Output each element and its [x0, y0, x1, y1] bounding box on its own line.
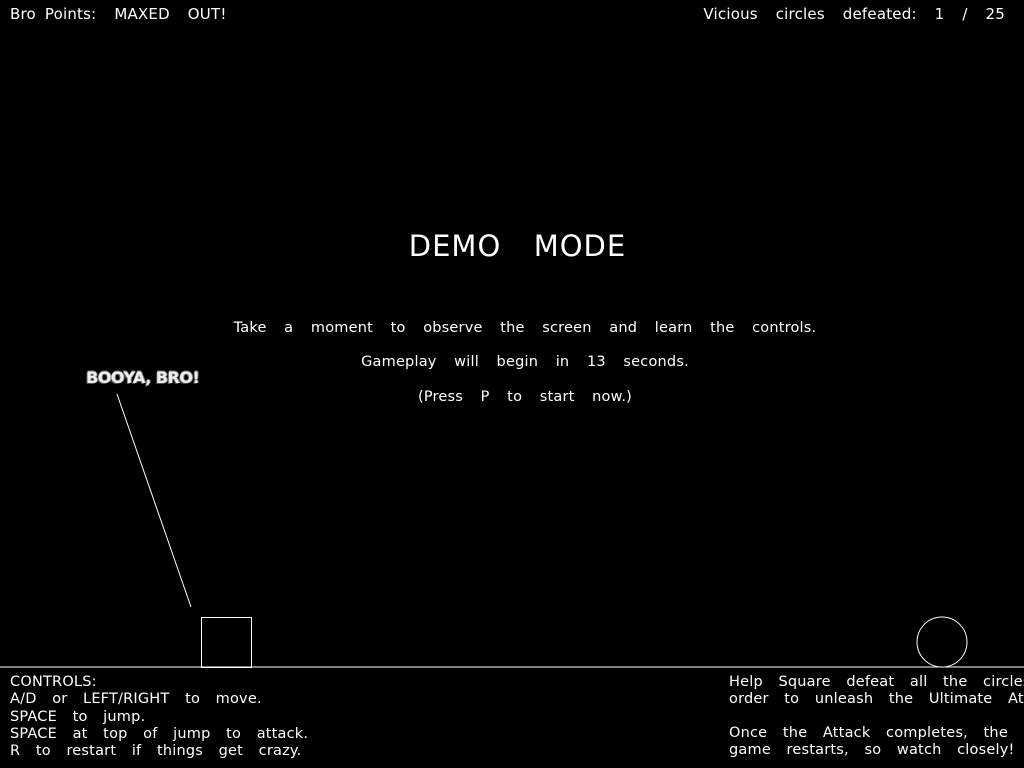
controls-header: CONTROLS: [10, 674, 97, 690]
controls-line: A/D or LEFT/RIGHT to move. [10, 691, 262, 708]
observe-message: Take a moment to observe the screen and … [233, 320, 817, 336]
controls-panel: CONTROLS: A/D or LEFT/RIGHT to move. SPA… [10, 674, 308, 760]
enemy-circle [916, 616, 968, 668]
controls-line: SPACE at top of jump to attack. [10, 725, 309, 742]
controls-line: SPACE to jump. [10, 708, 146, 725]
help-line: Once the Attack completes, the [729, 725, 1008, 742]
help-spacer [729, 709, 1024, 726]
help-line: order to unleash the Ultimate Attack. [729, 691, 1024, 708]
speech-pointer-line [116, 393, 192, 608]
controls-line: R to restart if things get crazy. [10, 743, 302, 760]
demo-mode-title: DEMO MODE [408, 229, 627, 263]
circles-defeated-counter: Vicious circles defeated: 1 / 25 [703, 5, 1005, 23]
player-square [201, 617, 252, 668]
press-p-hint: (Press P to start now.) [417, 389, 633, 405]
player-speech-bubble: BOOYA, BRO! [86, 368, 200, 387]
bro-points-label: Bro Points: MAXED OUT! [10, 5, 227, 23]
help-line: game restarts, so watch closely! [729, 742, 1015, 759]
help-line: Help Square defeat all the circles in [729, 674, 1024, 690]
help-panel: Help Square defeat all the circles in or… [729, 674, 1024, 760]
